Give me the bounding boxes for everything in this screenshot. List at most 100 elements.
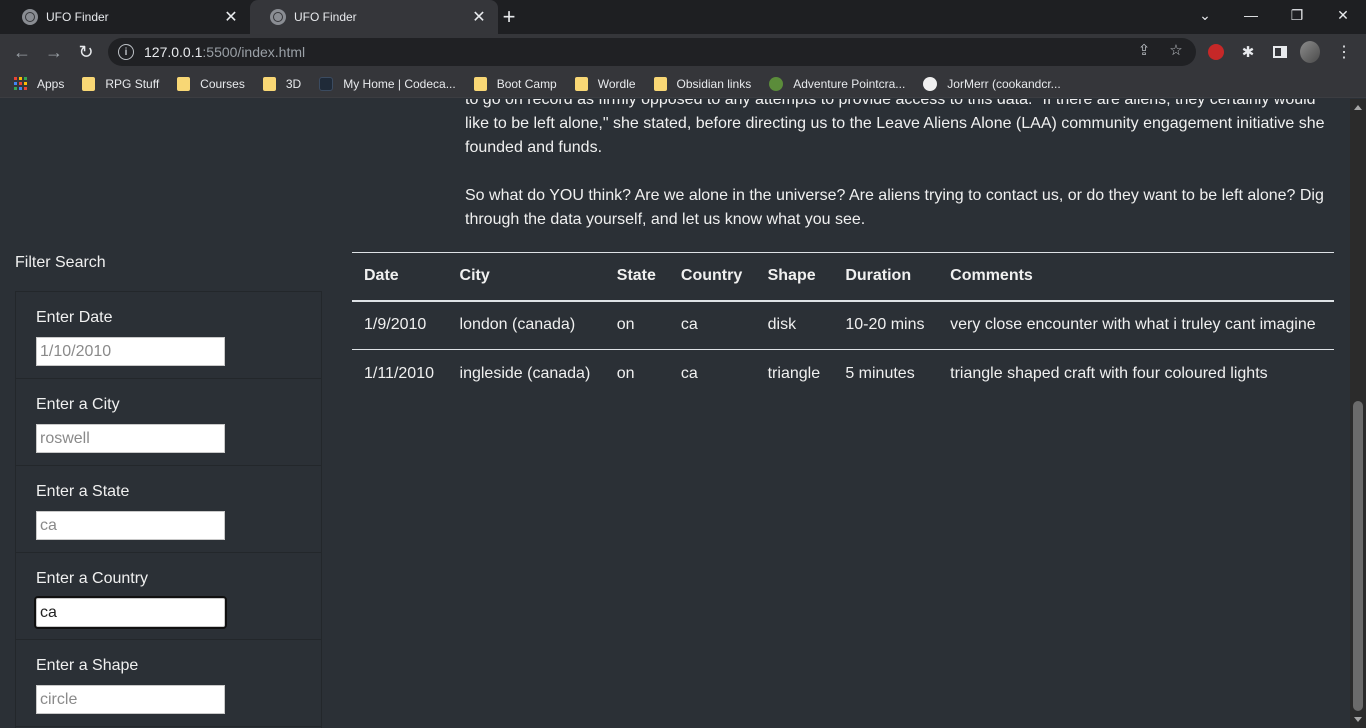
column-header-country: Country: [668, 252, 756, 302]
article-text: to go on record as firmly opposed to any…: [465, 99, 1335, 256]
article-paragraph: to go on record as firmly opposed to any…: [465, 99, 1325, 156]
bookmark-label: My Home | Codeca...: [343, 76, 456, 91]
ufo-table-container: Date City State Country Shape Duration C…: [352, 252, 1334, 399]
filter-panel: Enter Date Enter a City Enter a State En…: [15, 291, 322, 728]
minimize-icon[interactable]: —: [1228, 0, 1274, 30]
url-text: 127.0.0.1:5500/index.html: [144, 44, 305, 60]
bookmark-courses[interactable]: Courses: [177, 76, 245, 91]
cell-shape: triangle: [767, 365, 821, 383]
column-header-date: Date: [352, 252, 448, 302]
bookmark-jormerr-github[interactable]: JorMerr (cookandcr...: [923, 76, 1061, 91]
bookmark-adventure-pointcrawl[interactable]: Adventure Pointcra...: [769, 76, 906, 91]
bookmark-label: Courses: [200, 76, 245, 91]
back-arrow-icon[interactable]: ←: [10, 40, 34, 64]
folder-icon: [82, 76, 96, 91]
cell-comments: very close encounter with what i truley …: [938, 300, 1334, 350]
browser-toolbar: ← → ↻ i 127.0.0.1:5500/index.html ⇪ ☆ ✱ …: [0, 34, 1366, 70]
filter-state: Enter a State: [16, 466, 321, 553]
globe-icon: [270, 9, 286, 25]
scroll-down-arrow-icon[interactable]: [1354, 717, 1362, 722]
bookmark-star-icon[interactable]: ☆: [1164, 38, 1188, 62]
restore-icon[interactable]: ❐: [1274, 0, 1320, 30]
profile-avatar[interactable]: [1300, 41, 1320, 63]
extension-red-icon[interactable]: [1206, 42, 1226, 62]
menu-kebab-icon[interactable]: ⋮: [1334, 42, 1354, 62]
filter-country-label: Enter a Country: [36, 570, 149, 587]
page-scrollbar[interactable]: [1350, 99, 1366, 728]
cell-date: 1/9/2010: [352, 300, 448, 350]
filter-date: Enter Date: [16, 292, 321, 379]
cell-country: ca: [680, 365, 698, 383]
filter-city-label: Enter a City: [36, 396, 120, 413]
bookmark-codecademy[interactable]: My Home | Codeca...: [319, 76, 456, 91]
bookmark-obsidian-links[interactable]: Obsidian links: [653, 76, 752, 91]
bookmark-label: Obsidian links: [676, 76, 752, 91]
forward-arrow-icon[interactable]: →: [42, 40, 66, 64]
article-paragraph: So what do YOU think? Are we alone in th…: [465, 187, 1324, 228]
cell-duration: 10-20 mins: [833, 300, 939, 350]
state-input[interactable]: [36, 511, 225, 540]
filter-shape: Enter a Shape: [16, 640, 321, 727]
bookmark-apps[interactable]: Apps: [14, 77, 64, 91]
folder-icon: [473, 76, 487, 91]
city-input[interactable]: [36, 424, 225, 453]
table-row: 1/9/2010 london (canada) on ca disk 10-2…: [352, 300, 1334, 350]
folder-icon: [574, 76, 588, 91]
close-tab-icon[interactable]: ✕: [470, 8, 488, 26]
filter-shape-label: Enter a Shape: [36, 657, 139, 674]
globe-icon: [22, 9, 38, 25]
ufo-table: Date City State Country Shape Duration C…: [352, 252, 1334, 399]
filter-country: Enter a Country: [16, 553, 321, 640]
bookmark-wordle[interactable]: Wordle: [574, 76, 636, 91]
site-info-icon[interactable]: i: [118, 44, 134, 60]
extensions-puzzle-icon[interactable]: ✱: [1238, 42, 1258, 62]
side-panel-icon[interactable]: [1270, 42, 1290, 62]
page-viewport: to go on record as firmly opposed to any…: [0, 99, 1350, 728]
reload-icon[interactable]: ↻: [74, 40, 98, 64]
filter-city: Enter a City: [16, 379, 321, 466]
filter-date-label: Enter Date: [36, 309, 113, 326]
new-tab-plus-icon[interactable]: +: [497, 4, 521, 29]
tab-strip: UFO Finder ✕ UFO Finder ✕ + ⌄ — ❐ ✕: [0, 0, 1366, 34]
country-input[interactable]: [34, 596, 227, 629]
column-header-duration: Duration: [833, 252, 939, 302]
cell-state: on: [616, 365, 635, 383]
tab-title: UFO Finder: [46, 10, 109, 24]
bookmark-boot-camp[interactable]: Boot Camp: [473, 76, 557, 91]
shape-input[interactable]: [36, 685, 225, 714]
bookmarks-bar: Apps RPG Stuff Courses 3D My Home | Code…: [0, 70, 1366, 98]
browser-tab-2[interactable]: UFO Finder ✕: [250, 0, 498, 34]
close-window-icon[interactable]: ✕: [1320, 0, 1366, 30]
github-icon: [923, 76, 938, 91]
scrollbar-thumb[interactable]: [1353, 401, 1363, 711]
close-tab-icon[interactable]: ✕: [222, 8, 240, 26]
cell-state: on: [604, 300, 669, 350]
date-input[interactable]: [36, 337, 225, 366]
tab-title: UFO Finder: [294, 10, 357, 24]
scroll-up-arrow-icon[interactable]: [1354, 105, 1362, 110]
bookmark-rpg-stuff[interactable]: RPG Stuff: [82, 76, 160, 91]
table-row: 1/11/2010 ingleside (canada) on ca trian…: [352, 350, 1334, 399]
filter-state-label: Enter a State: [36, 483, 130, 500]
address-bar[interactable]: i 127.0.0.1:5500/index.html: [108, 38, 1196, 66]
filter-search-heading: Filter Search: [15, 254, 106, 271]
url-path: :5500/index.html: [202, 44, 306, 60]
bookmark-label: Apps: [37, 76, 65, 91]
cell-country: ca: [668, 300, 756, 350]
folder-icon: [653, 76, 667, 91]
bookmark-label: Adventure Pointcra...: [793, 76, 906, 91]
share-icon[interactable]: ⇪: [1132, 38, 1156, 62]
browser-tab-1[interactable]: UFO Finder ✕: [2, 0, 250, 34]
column-header-comments: Comments: [938, 252, 1334, 302]
folder-icon: [262, 76, 276, 91]
bookmark-label: RPG Stuff: [105, 76, 160, 91]
column-header-state: State: [604, 252, 669, 302]
tab-search-chevron-icon[interactable]: ⌄: [1182, 0, 1228, 30]
cell-shape: disk: [755, 300, 834, 350]
cell-city: london (canada): [447, 300, 605, 350]
column-header-shape: Shape: [755, 252, 834, 302]
apps-grid-icon: [14, 77, 27, 90]
table-header-row: Date City State Country Shape Duration C…: [352, 252, 1334, 302]
cell-duration: 5 minutes: [845, 365, 915, 383]
bookmark-3d[interactable]: 3D: [262, 76, 301, 91]
